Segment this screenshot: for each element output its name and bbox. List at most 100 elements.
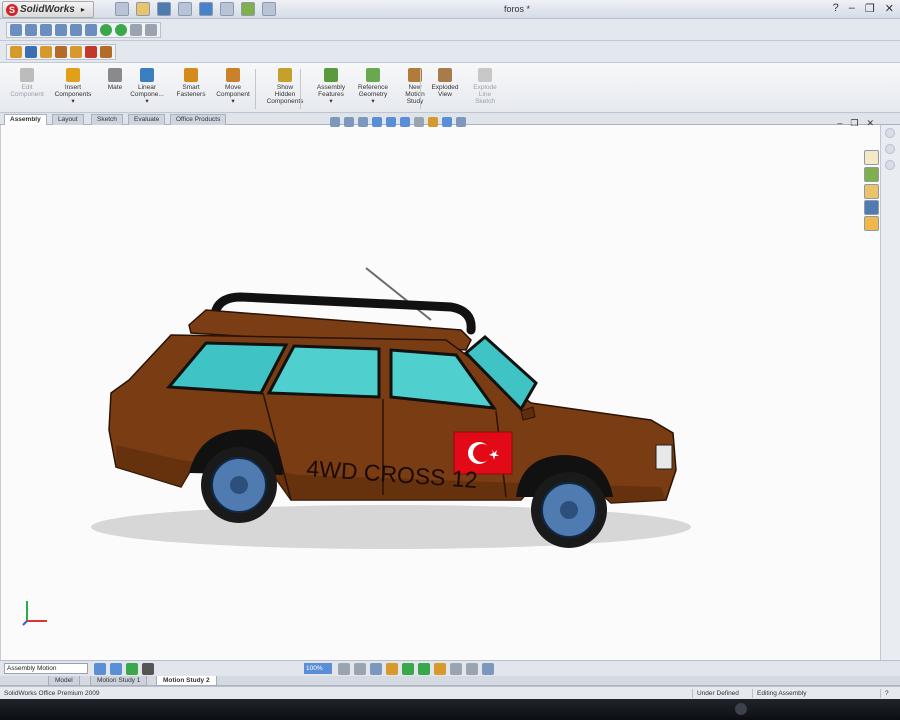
command-button-11[interactable]: Explode Line Sketch bbox=[462, 68, 508, 112]
minimize-icon[interactable]: – bbox=[849, 2, 855, 15]
status-help-icon[interactable]: ? bbox=[880, 689, 893, 698]
taskbar-icon[interactable] bbox=[735, 703, 747, 715]
graphics-area[interactable]: 4WD CROSS 12 bbox=[0, 125, 880, 660]
zoom-to-fit-icon[interactable] bbox=[330, 117, 340, 127]
toolbar-icon-1[interactable] bbox=[10, 24, 22, 36]
save-icon[interactable] bbox=[157, 2, 171, 16]
toolbar-icon-14[interactable] bbox=[55, 46, 67, 58]
restore-icon[interactable]: ❐ bbox=[865, 2, 875, 15]
axes-triad bbox=[22, 601, 47, 626]
save-animation-icon[interactable] bbox=[370, 663, 382, 675]
toolbar-icon-17[interactable] bbox=[100, 46, 112, 58]
play-icon[interactable] bbox=[126, 663, 138, 675]
task-pane-library-icon[interactable] bbox=[885, 144, 895, 154]
toolbar-icon-13[interactable] bbox=[40, 46, 52, 58]
tab-sketch[interactable]: Sketch bbox=[91, 114, 123, 125]
view-palette-icon[interactable] bbox=[864, 200, 879, 215]
antenna bbox=[365, 267, 432, 321]
toolbar-icon-12[interactable] bbox=[25, 46, 37, 58]
previous-view-icon[interactable] bbox=[358, 117, 368, 127]
apply-scene-icon[interactable] bbox=[442, 117, 452, 127]
tab-model[interactable]: Model bbox=[48, 676, 80, 686]
zoom-area-icon[interactable] bbox=[344, 117, 354, 127]
command-separator-0 bbox=[255, 69, 256, 109]
tab-office-products[interactable]: Office Products bbox=[170, 114, 227, 125]
design-library-icon[interactable] bbox=[864, 150, 879, 165]
calculate-icon[interactable] bbox=[94, 663, 106, 675]
toolbar-icon-2[interactable] bbox=[25, 24, 37, 36]
solidworks-menu-button[interactable]: S SolidWorks ▸ bbox=[2, 1, 94, 18]
command-button-1[interactable]: Insert Components ▾ bbox=[50, 68, 96, 112]
stop-icon[interactable] bbox=[142, 663, 154, 675]
open-icon[interactable] bbox=[136, 2, 150, 16]
spring-icon[interactable] bbox=[450, 663, 462, 675]
toolbar-icon-9[interactable] bbox=[130, 24, 142, 36]
command-button-6[interactable]: Show Hidden Components bbox=[262, 68, 308, 112]
command-button-7[interactable]: Assembly Features ▾ bbox=[308, 68, 354, 112]
animation-wizard-icon[interactable] bbox=[386, 663, 398, 675]
zoom-level-field[interactable]: 100% bbox=[304, 663, 332, 674]
edit-appearance-icon[interactable] bbox=[428, 117, 438, 127]
contact-icon[interactable] bbox=[466, 663, 478, 675]
viewport-close-icon[interactable]: ✕ bbox=[866, 118, 874, 129]
view-orientation-icon[interactable] bbox=[386, 117, 396, 127]
viewport-minimize-icon[interactable]: – bbox=[837, 118, 842, 129]
tab-motion-study-1[interactable]: Motion Study 1 bbox=[90, 676, 148, 686]
tab-motion-study-2[interactable]: Motion Study 2 bbox=[156, 676, 217, 686]
command-button-0[interactable]: Edit Component bbox=[4, 68, 50, 112]
tab-evaluate[interactable]: Evaluate bbox=[128, 114, 166, 125]
close-icon[interactable]: ✕ bbox=[885, 2, 894, 15]
toolbar-icon-10[interactable] bbox=[145, 24, 157, 36]
toolbar-icon-8[interactable] bbox=[115, 24, 127, 36]
task-pane-resources-icon[interactable] bbox=[885, 128, 895, 138]
view-settings-icon[interactable] bbox=[456, 117, 466, 127]
task-pane-explorer-icon[interactable] bbox=[885, 160, 895, 170]
status-editing: Editing Assembly bbox=[752, 689, 811, 698]
command-separator-2 bbox=[420, 69, 421, 109]
logo-pin-icon: ▸ bbox=[80, 5, 85, 14]
toolbar-icon-5[interactable] bbox=[70, 24, 82, 36]
command-button-5[interactable]: Move Component ▾ bbox=[210, 68, 256, 112]
appearances-icon[interactable] bbox=[864, 216, 879, 231]
file-explorer-icon[interactable] bbox=[864, 167, 879, 182]
select-icon[interactable] bbox=[220, 2, 234, 16]
headlight bbox=[655, 444, 673, 470]
document-title: foros * bbox=[504, 4, 531, 14]
hide-show-icon[interactable] bbox=[414, 117, 424, 127]
rebuild-icon[interactable] bbox=[241, 2, 255, 16]
new-icon[interactable] bbox=[115, 2, 129, 16]
toolbar-icon-7[interactable] bbox=[100, 24, 112, 36]
tab-layout[interactable]: Layout bbox=[52, 114, 84, 125]
toolbar-icon-6[interactable] bbox=[85, 24, 97, 36]
add-key-icon[interactable] bbox=[418, 663, 430, 675]
display-style-icon[interactable] bbox=[400, 117, 410, 127]
dropdown-icon[interactable] bbox=[338, 663, 350, 675]
section-view-icon[interactable] bbox=[372, 117, 382, 127]
timeline-tools bbox=[338, 663, 494, 675]
toolbar-icon-4[interactable] bbox=[55, 24, 67, 36]
toolbar-icon-15[interactable] bbox=[70, 46, 82, 58]
viewport-restore-icon[interactable]: ❐ bbox=[850, 118, 858, 129]
results-icon[interactable] bbox=[482, 663, 494, 675]
folder-icon[interactable] bbox=[864, 184, 879, 199]
rewind-icon[interactable] bbox=[110, 663, 122, 675]
toolbar-icon-11[interactable] bbox=[10, 46, 22, 58]
help-icon[interactable]: ? bbox=[833, 2, 839, 15]
options-icon[interactable] bbox=[262, 2, 276, 16]
undo-icon[interactable] bbox=[199, 2, 213, 16]
toolbar-icon-16[interactable] bbox=[85, 46, 97, 58]
command-button-3[interactable]: Linear Compone... ▾ bbox=[124, 68, 170, 112]
app-name: SolidWorks bbox=[20, 4, 75, 15]
motor-icon[interactable] bbox=[434, 663, 446, 675]
study-type-select[interactable]: Assembly Motion bbox=[4, 663, 88, 674]
toolbar-icon-3[interactable] bbox=[40, 24, 52, 36]
command-label-1: Insert Components ▾ bbox=[54, 84, 92, 105]
view-toolbar-group bbox=[6, 22, 161, 38]
print-icon[interactable] bbox=[178, 2, 192, 16]
command-button-8[interactable]: Reference Geometry ▾ bbox=[350, 68, 396, 112]
tab-assembly[interactable]: Assembly bbox=[4, 114, 47, 125]
arrow-icon[interactable] bbox=[354, 663, 366, 675]
command-button-4[interactable]: Smart Fasteners bbox=[168, 68, 214, 112]
autokey-icon[interactable] bbox=[402, 663, 414, 675]
command-icon-2 bbox=[108, 68, 122, 82]
